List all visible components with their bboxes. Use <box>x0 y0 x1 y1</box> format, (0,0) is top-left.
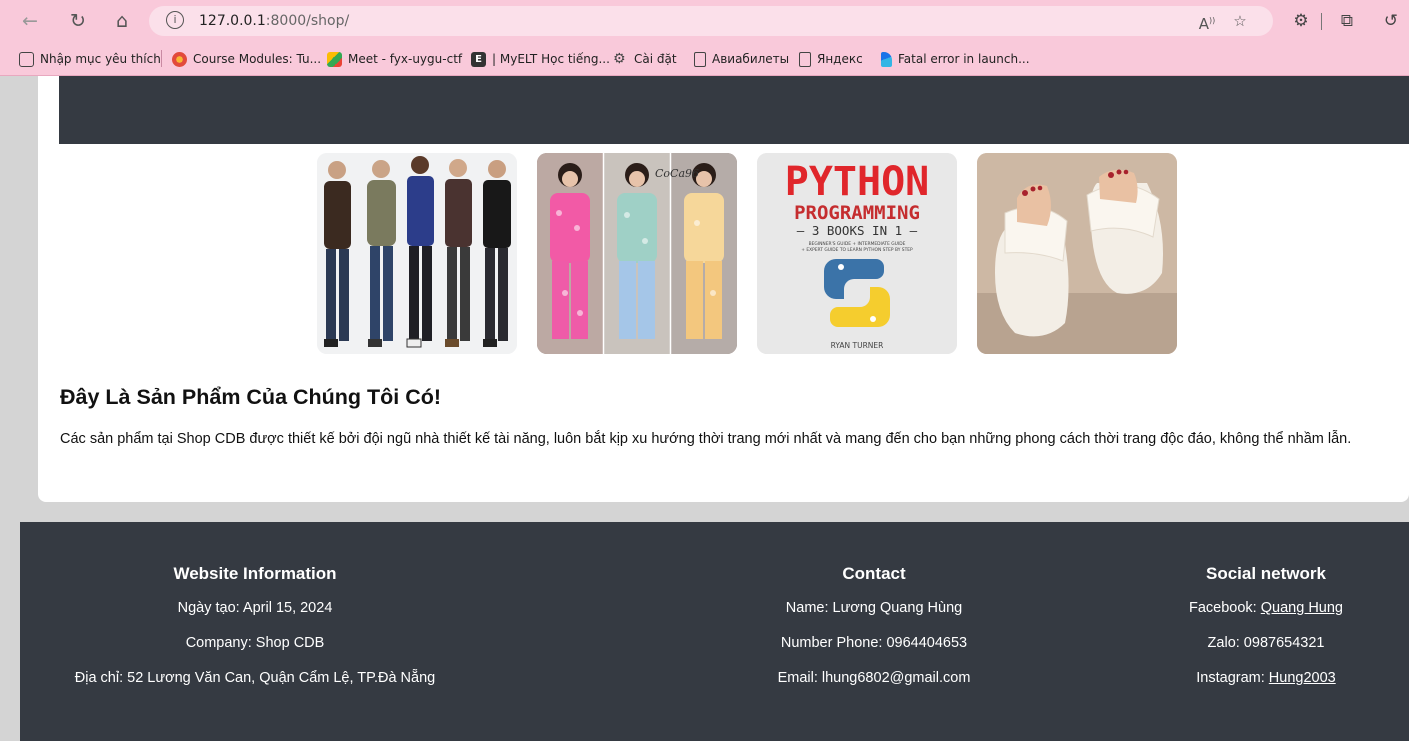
footer-instagram: Instagram: Hung2003 <box>1196 670 1336 686</box>
footer-zalo: Zalo: 0987654321 <box>1207 635 1325 651</box>
footer-facebook: Facebook: Quang Hung <box>1189 600 1343 616</box>
facebook-link[interactable]: Quang Hung <box>1261 600 1343 616</box>
bookmark-fatal-error[interactable]: Fatal error in launch... <box>881 50 1030 68</box>
pajamas-illustration: CoCa96 <box>537 153 737 354</box>
refresh-icon[interactable]: ↻ <box>66 9 90 33</box>
products-description: Các sản phẩm tại Shop CDB được thiết kế … <box>60 431 1352 447</box>
bookmark-meet[interactable]: Meet - fyx-uygu-ctf <box>327 50 462 68</box>
instagram-link[interactable]: Hung2003 <box>1269 670 1336 686</box>
book-tagline-1: BEGINNER'S GUIDE + INTERMEDIATE GUIDE <box>809 241 906 247</box>
footer-contact-email: Email: lhung6802@gmail.com <box>777 670 971 686</box>
main-content-card: CoCa96 PYTHON PROGRAMMING — 3 BOOKS IN 1… <box>38 76 1409 502</box>
footer-info-title: Website Information <box>173 564 337 583</box>
home-icon[interactable]: ⌂ <box>110 9 134 33</box>
meet-icon <box>327 51 342 67</box>
toolbar-divider <box>1321 13 1322 30</box>
footer-contact-phone: Number Phone: 0964404653 <box>780 635 968 651</box>
pajama-brand-text: CoCa96 <box>655 167 699 180</box>
site-footer: Website Information Ngày tạo: April 15, … <box>20 522 1409 741</box>
product-image-python-book[interactable]: PYTHON PROGRAMMING — 3 BOOKS IN 1 — BEGI… <box>757 153 957 354</box>
bookmark-settings[interactable]: ⚙ Cài đặt <box>613 50 677 68</box>
footer-social-title: Social network <box>1206 564 1326 583</box>
bookmark-divider <box>161 50 162 67</box>
book-tagline-2: + EXPERT GUIDE TO LEARN PYTHON STEP BY S… <box>801 247 913 253</box>
product-image-men-fashion[interactable] <box>317 153 517 354</box>
bookmark-myelt[interactable]: E | MyELT Học tiếng... <box>471 50 610 68</box>
extensions-icon[interactable]: ⚙ <box>1289 9 1313 33</box>
footer-address: Địa chỉ: 52 Lương Văn Can, Quận Cẩm Lệ, … <box>74 670 436 686</box>
bing-icon <box>881 51 892 67</box>
site-info-icon[interactable]: i <box>166 11 184 29</box>
bookmark-yandex[interactable]: Яндекс <box>799 50 863 68</box>
product-image-sandals[interactable] <box>977 153 1177 354</box>
browser-toolbar: ← ↻ ⌂ i 127.0.0.1:8000/shop/ A)) ☆ ⚙ ⧉ ↺ <box>0 0 1409 42</box>
men-fashion-illustration <box>317 153 517 354</box>
back-arrow-icon[interactable]: ← <box>18 9 42 33</box>
bookmark-aviabilety[interactable]: Авиабилеты <box>694 50 789 68</box>
product-image-women-pajamas[interactable]: CoCa96 <box>537 153 737 354</box>
page-icon <box>799 51 811 67</box>
read-aloud-icon[interactable]: A)) <box>1196 10 1218 33</box>
python-book-cover: PYTHON PROGRAMMING — 3 BOOKS IN 1 — BEGI… <box>757 153 957 354</box>
page-viewport: CoCa96 PYTHON PROGRAMMING — 3 BOOKS IN 1… <box>8 76 1409 741</box>
bookmarks-bar: Nhập mục yêu thích Course Modules: Tu...… <box>0 42 1409 76</box>
footer-column-website-info: Website Information Ngày tạo: April 15, … <box>30 564 480 705</box>
book-author: RYAN TURNER <box>831 341 884 350</box>
favorite-star-icon[interactable]: ☆ <box>1229 10 1251 32</box>
page-icon <box>694 51 706 67</box>
address-bar[interactable]: i 127.0.0.1:8000/shop/ A)) ☆ <box>149 6 1273 36</box>
top-banner <box>59 76 1409 144</box>
url-text[interactable]: 127.0.0.1:8000/shop/ <box>199 13 349 29</box>
footer-column-contact: Contact Name: Lương Quang Hùng Number Ph… <box>649 564 1099 705</box>
book-title-1: PYTHON <box>785 159 930 205</box>
bookmark-course-modules[interactable]: Course Modules: Tu... <box>172 50 321 68</box>
book-title-2: PROGRAMMING <box>794 202 920 224</box>
gear-icon: ⚙ <box>613 50 626 67</box>
collections-icon[interactable]: ⧉ <box>1335 9 1359 33</box>
footer-created-date: Ngày tạo: April 15, 2024 <box>177 600 333 616</box>
myelt-icon: E <box>471 51 486 67</box>
bookmark-favorites-import[interactable]: Nhập mục yêu thích <box>19 50 161 68</box>
products-heading: Đây Là Sản Phẩm Của Chúng Tôi Có! <box>60 385 442 409</box>
course-logo-icon <box>172 51 187 67</box>
history-icon[interactable]: ↺ <box>1379 9 1403 33</box>
import-favorites-icon <box>19 51 34 67</box>
book-subtitle: — 3 BOOKS IN 1 — <box>797 223 918 238</box>
footer-contact-name: Name: Lương Quang Hùng <box>785 600 963 616</box>
footer-company: Company: Shop CDB <box>185 635 325 651</box>
footer-contact-title: Contact <box>842 564 906 583</box>
footer-column-social: Social network Facebook: Quang Hung Zalo… <box>1153 564 1379 705</box>
sandals-illustration <box>977 153 1177 354</box>
